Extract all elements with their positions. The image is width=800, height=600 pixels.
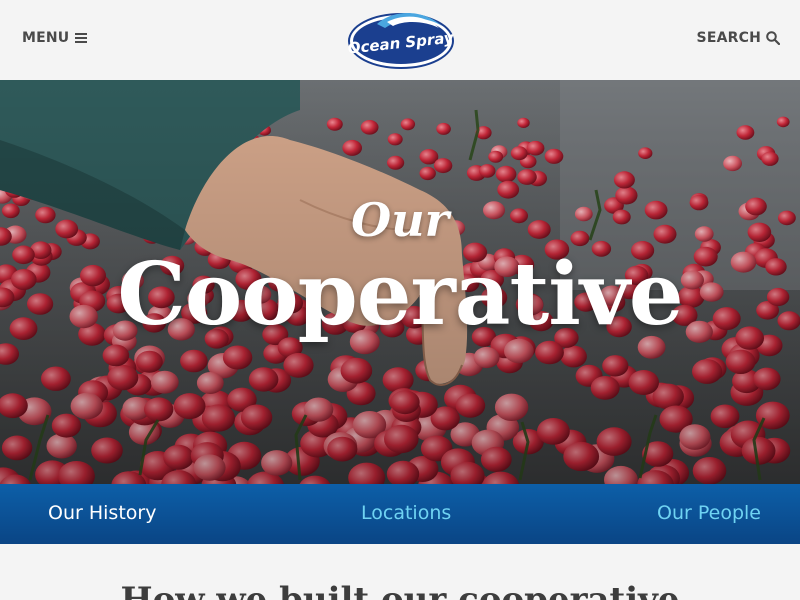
subnav-our-history[interactable]: Our History [48, 502, 156, 524]
subnav-our-people[interactable]: Our People [657, 502, 761, 524]
hero-kicker: Our [351, 193, 449, 247]
hero-title: Cooperative [117, 244, 683, 345]
site-header: MENU Ocean Spray SEARCH [0, 0, 800, 80]
menu-button[interactable]: MENU [22, 28, 88, 48]
search-icon [766, 31, 780, 45]
hamburger-icon [75, 33, 88, 43]
content-section: How we built our cooperative [0, 544, 800, 600]
search-label: SEARCH [696, 30, 761, 46]
hero-banner: Our Cooperative [0, 80, 800, 484]
section-heading: How we built our cooperative [120, 580, 680, 600]
search-button[interactable]: SEARCH [697, 28, 780, 48]
menu-label: MENU [22, 30, 70, 46]
section-subnav: Our History Locations Our People [0, 484, 800, 544]
subnav-locations[interactable]: Locations [361, 502, 451, 524]
ocean-spray-logo[interactable]: Ocean Spray [347, 6, 455, 70]
hero-text: Our Cooperative [0, 80, 800, 484]
